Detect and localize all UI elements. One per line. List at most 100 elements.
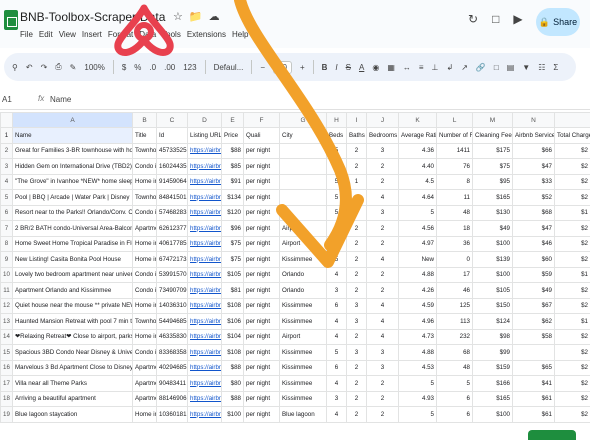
increase-decimal-button[interactable]: .00 [164,63,175,72]
cell[interactable]: https://airbnb.c [187,359,222,376]
cell[interactable]: 2 [346,390,367,407]
cell[interactable]: $100 [221,406,244,423]
cell[interactable]: Apartmer [132,390,157,407]
cell[interactable]: $100 [472,235,513,252]
cell[interactable]: 6 [436,390,473,407]
cell[interactable]: 62612377 [156,220,188,237]
search-menus-icon[interactable]: ⚲ [12,63,18,72]
cell[interactable]: 2 [346,251,367,268]
cell[interactable]: $2 [554,359,590,376]
cell[interactable]: 3 [326,390,347,407]
cell[interactable]: Arriving a beautiful apartment [12,390,133,407]
cell[interactable]: $49 [512,282,555,299]
row-number[interactable]: 1 [0,127,13,144]
cell[interactable]: 17 [436,266,473,283]
cell[interactable]: Price [221,127,244,144]
cell[interactable]: per night [243,344,280,361]
row-number[interactable]: 6 [0,204,13,221]
cell[interactable]: per night [243,142,280,159]
column-header[interactable]: D [187,112,222,128]
cell[interactable]: $1 [554,266,590,283]
cell[interactable]: 4.26 [398,282,437,299]
cell[interactable]: per night [243,359,280,376]
menu-help[interactable]: Help [232,30,248,39]
decrease-decimal-button[interactable]: .0 [149,63,156,72]
cell[interactable]: 125 [436,297,473,314]
cell[interactable]: $134 [221,189,244,206]
cell[interactable]: $66 [512,142,555,159]
cell[interactable]: 4.40 [398,158,437,175]
history-icon[interactable]: ↻ [468,12,478,26]
cell[interactable]: $1 [554,204,590,221]
row-number[interactable]: 17 [0,375,13,392]
cell[interactable]: 4 [366,189,399,206]
cell[interactable]: 2 [346,359,367,376]
fill-color-icon[interactable]: ◉ [372,63,379,72]
currency-format-button[interactable]: $ [122,63,126,72]
cell[interactable]: $47 [512,220,555,237]
cell[interactable]: Blue lagoon staycation [12,406,133,423]
cell[interactable]: 4.64 [398,189,437,206]
cell[interactable]: 67472173 [156,251,188,268]
cell[interactable]: 48 [436,359,473,376]
cell[interactable]: 2 [366,266,399,283]
cell[interactable]: https://airbnb.c [187,251,222,268]
row-number[interactable]: 4 [0,173,13,190]
cell[interactable]: $175 [472,142,513,159]
cell[interactable]: 4 [366,313,399,330]
cell[interactable]: per night [243,406,280,423]
cell[interactable]: Title [132,127,157,144]
menu-tools[interactable]: Tools [162,30,181,39]
cell[interactable]: per night [243,390,280,407]
cell[interactable]: 6 [436,406,473,423]
cell[interactable]: 45733525 [156,142,188,159]
cell[interactable]: 90483411 [156,375,188,392]
cell[interactable]: 2 [366,406,399,423]
cell[interactable]: $2 [554,189,590,206]
cell[interactable]: 8 [436,173,473,190]
formula-input[interactable]: Name [50,95,71,104]
cell[interactable]: https://airbnb.c [187,344,222,361]
cell[interactable]: Airbnb Service F [512,127,555,144]
cell[interactable]: 232 [436,328,473,345]
cell[interactable]: Bedrooms [366,127,399,144]
print-icon[interactable]: ⎙ [55,62,61,72]
cell[interactable]: 57468283 [156,204,188,221]
cell[interactable]: 40617785 [156,235,188,252]
cell[interactable]: 5 [326,173,347,190]
column-header[interactable]: H [326,112,347,128]
cell[interactable]: Orlando [279,266,327,283]
cell[interactable]: 2 [346,204,367,221]
cell[interactable]: City [279,127,327,144]
cell[interactable]: $61 [512,390,555,407]
cell[interactable]: $124 [472,313,513,330]
cell[interactable]: $130 [472,204,513,221]
select-all-corner[interactable] [0,112,13,128]
cell[interactable]: 4.96 [398,313,437,330]
cell[interactable]: $47 [512,158,555,175]
cell[interactable]: Number of R [436,127,473,144]
cell[interactable]: 4 [326,406,347,423]
cell[interactable]: Orlando [279,282,327,299]
cell[interactable]: https://airbnb.c [187,142,222,159]
column-header[interactable]: N [512,112,555,128]
cell[interactable]: $2 [554,297,590,314]
cell[interactable]: 4.56 [398,220,437,237]
cell[interactable]: Quiet house near the mouse ** private NE… [12,297,133,314]
bold-button[interactable]: B [322,63,328,72]
cell[interactable]: Townhous [132,189,157,206]
cell[interactable]: $81 [221,282,244,299]
cell[interactable]: Apartmer [132,375,157,392]
cell[interactable]: $75 [221,251,244,268]
cell[interactable]: Kissimmee [279,313,327,330]
cell[interactable]: $46 [512,235,555,252]
cell[interactable]: $85 [221,158,244,175]
cell[interactable]: https://airbnb.c [187,313,222,330]
cell[interactable]: $120 [221,204,244,221]
cell[interactable]: 4 [326,235,347,252]
cell[interactable]: Id [156,127,188,144]
font-size-decrease-icon[interactable]: − [260,63,265,72]
cell[interactable]: 46 [436,282,473,299]
menu-format[interactable]: Format [108,30,133,39]
cell[interactable]: 1 [346,173,367,190]
